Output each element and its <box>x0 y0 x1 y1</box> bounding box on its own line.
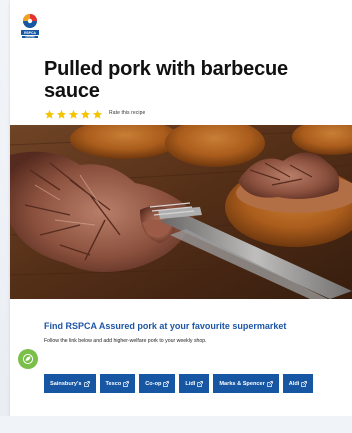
store-button-label: Tesco <box>105 380 122 387</box>
store-button-label: Sainsbury's <box>50 380 82 387</box>
rspca-logo-icon: RSPCA ASSURED <box>21 14 39 39</box>
eco-floating-button[interactable] <box>18 349 38 369</box>
star-icon[interactable] <box>56 107 67 119</box>
eco-icon <box>22 353 34 365</box>
star-icon[interactable] <box>92 107 103 119</box>
rspca-assured-logo[interactable]: RSPCA ASSURED <box>20 13 40 43</box>
external-link-icon <box>83 380 90 387</box>
external-link-icon <box>163 380 170 387</box>
star-icon[interactable] <box>68 107 79 119</box>
external-link-icon <box>123 380 130 387</box>
find-pork-heading: Find RSPCA Assured pork at your favourit… <box>44 321 287 331</box>
pulled-pork-photo <box>10 125 352 299</box>
store-button-label: Lidl <box>185 380 196 387</box>
star-icon[interactable] <box>80 107 91 119</box>
find-pork-subtitle: Follow the link below and add higher-wel… <box>44 338 207 344</box>
store-button-marks-and-spencer[interactable]: Marks & Spencer <box>213 374 279 393</box>
external-link-icon <box>266 380 273 387</box>
page-background: RSPCA ASSURED Pulled pork with barbecue … <box>0 0 352 433</box>
rate-recipe-label[interactable]: Rate this recipe <box>109 110 145 116</box>
store-button-tesco[interactable]: Tesco <box>99 374 136 393</box>
star-icon[interactable] <box>44 107 55 119</box>
store-button-sainsburys[interactable]: Sainsbury's <box>44 374 96 393</box>
food-photo-illustration <box>10 125 352 299</box>
external-link-icon <box>197 380 204 387</box>
store-button-lidl[interactable]: Lidl <box>179 374 210 393</box>
recipe-card: RSPCA ASSURED Pulled pork with barbecue … <box>10 0 352 416</box>
store-button-label: Aldi <box>288 380 300 387</box>
store-button-label: Co-op <box>145 380 162 387</box>
svg-text:ASSURED: ASSURED <box>25 36 35 39</box>
store-button-coop[interactable]: Co-op <box>139 374 176 393</box>
store-button-label: Marks & Spencer <box>219 380 265 387</box>
svg-text:RSPCA: RSPCA <box>24 31 36 35</box>
bottom-strip <box>0 416 352 433</box>
store-buttons: Sainsbury's Tesco Co-op Lidl Marks & Spe… <box>44 374 314 393</box>
external-link-icon <box>301 380 308 387</box>
supermarket-panel: Find RSPCA Assured pork at your favourit… <box>10 299 352 416</box>
recipe-rating[interactable]: Rate this recipe <box>44 107 145 119</box>
recipe-title: Pulled pork with barbecue sauce <box>44 58 288 102</box>
store-button-aldi[interactable]: Aldi <box>282 374 314 393</box>
